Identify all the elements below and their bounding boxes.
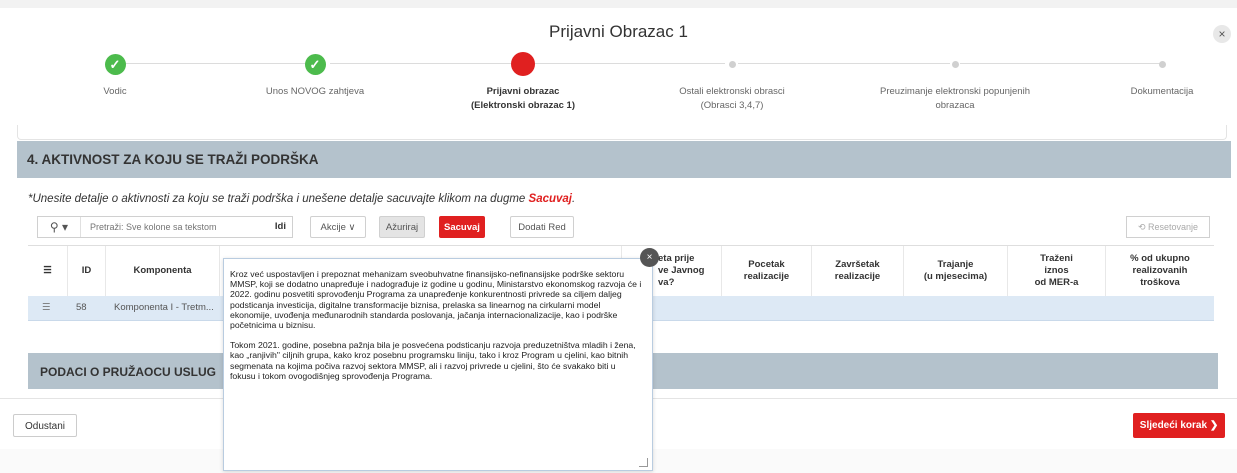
row-menu-header-icon[interactable]: ☰ [28,246,68,296]
future-step-dot [728,60,736,68]
step-unos-zahtjeva[interactable]: ✓ Unos NOVOG zahtjeva [235,52,395,99]
modal-title: Prijavni Obrazac 1 [549,22,688,41]
instructions-text: *Unesite detalje o aktivnosti za koju se… [28,193,576,205]
provider-section-title: PODACI O PRUŽAOCU USLUG [40,365,217,379]
check-icon: ✓ [304,53,326,75]
popup-textarea[interactable]: Kroz već uspostavljen i prepoznat mehani… [230,269,642,391]
cancel-button[interactable]: Odustani [13,414,77,437]
future-step-dot [1158,60,1166,68]
step-label: Ostali elektronski obrasci (Obrasci 3,4,7… [679,86,785,111]
step-label: Preuzimanje elektronski popunjenih obraza… [880,86,1030,111]
step-ostali-obrasci[interactable]: Ostali elektronski obrasci (Obrasci 3,4,7… [652,52,812,113]
step-vodic[interactable]: ✓ Vodic [35,52,195,99]
next-step-button[interactable]: Sljedeći korak ❯ [1133,413,1225,438]
go-button[interactable]: Idi [275,217,286,237]
popup-close-icon[interactable]: × [640,248,659,267]
section-header: 4. AKTIVNOST ZA KOJU SE TRAŽI PODRŠKA [17,141,1231,178]
text-editor-popup[interactable]: Kroz već uspostavljen i prepoznat mehani… [223,258,653,471]
step-dokumentacija[interactable]: Dokumentacija [1082,52,1237,99]
reset-icon: ⟲ [1137,222,1146,232]
current-step-dot [511,52,535,76]
stepper-card-border [17,125,1227,140]
popup-paragraph: Kroz već uspostavljen i prepoznat mehani… [230,269,642,331]
save-button[interactable]: Sacuvaj [439,216,485,238]
search-box: ⚲ ▾ Idi [37,216,293,238]
cell-komponenta[interactable]: Komponenta I - Tretm... [108,296,222,320]
column-header-id[interactable]: ID [68,246,106,296]
column-header-procenat[interactable]: % od ukupno realizovanih troškova [1106,246,1214,296]
chevron-right-icon: ❯ [1209,420,1219,431]
column-header-komponenta[interactable]: Komponenta [106,246,220,296]
reset-button[interactable]: ⟲ Resetovanje [1126,216,1210,238]
step-prijavni-obrazac[interactable]: Prijavni obrazac (Elektronski obrazac 1) [443,52,603,113]
column-header-zavrsetak[interactable]: Završetak realizacije [812,246,904,296]
check-icon: ✓ [104,53,126,75]
column-header-trazeni-iznos[interactable]: Traženi iznos od MER-a [1008,246,1106,296]
close-icon[interactable]: × [1213,25,1231,43]
step-label: Dokumentacija [1130,86,1194,97]
future-step-dot [951,60,959,68]
row-menu-icon[interactable]: ☰ [36,296,66,320]
step-label: Vodic [103,86,127,97]
wizard-stepper: ✓ Vodic ✓ Unos NOVOG zahtjeva Prijavni o… [0,48,1237,120]
step-label: Prijavni obrazac (Elektronski obrazac 1) [470,86,575,111]
step-preuzimanje[interactable]: Preuzimanje elektronski popunjenih obraza… [855,52,1055,113]
actions-menu-button[interactable]: Akcije ∨ [310,216,366,238]
search-input[interactable] [88,221,222,233]
column-header-pocetak[interactable]: Pocetak realizacije [722,246,812,296]
top-bar [0,0,1237,8]
instructions-emphasis: Sacuvaj [528,193,573,205]
section-title: 4. AKTIVNOST ZA KOJU SE TRAŽI PODRŠKA [27,152,319,167]
cell-id[interactable]: 58 [70,296,106,320]
chevron-down-icon: ∨ [348,222,356,233]
add-row-button[interactable]: Dodati Red [510,216,574,238]
resize-handle-icon[interactable] [639,458,648,467]
step-label: Unos NOVOG zahtjeva [265,86,365,97]
search-icon[interactable]: ⚲ ▾ [38,217,81,237]
refresh-button[interactable]: Ažuriraj [379,216,425,238]
popup-paragraph: Tokom 2021. godine, posebna pažnja bila … [230,340,636,381]
column-header-trajanje[interactable]: Trajanje (u mjesecima) [904,246,1008,296]
